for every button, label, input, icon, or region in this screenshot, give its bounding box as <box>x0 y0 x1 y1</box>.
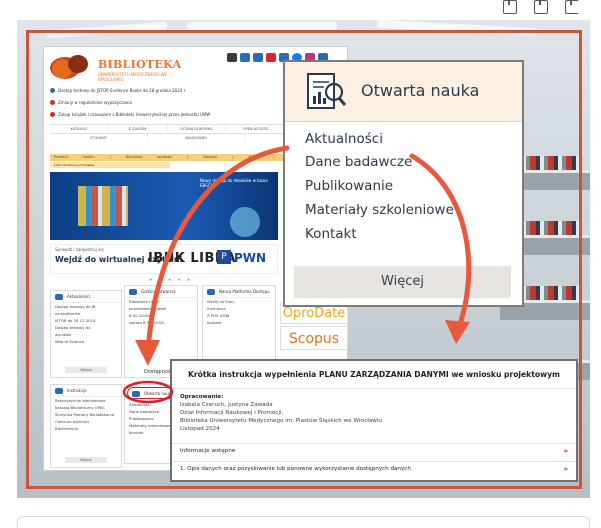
share-icon[interactable] <box>565 0 579 14</box>
wheelchair-icon[interactable] <box>240 53 250 62</box>
banner-decoration <box>230 207 260 237</box>
library-title: BIBLIOTEKA <box>98 58 182 71</box>
books-illustration <box>78 186 128 226</box>
instructions-card: Instrukcje Repozytorium biblioteczne Kat… <box>50 384 122 468</box>
document-title: Krótka instrukcja wypełnienia PLANU ZARZ… <box>172 361 576 389</box>
toolbar <box>481 0 601 18</box>
notice-item[interactable]: Zakup książek i czasopism z Biblioteki U… <box>50 112 210 117</box>
document-institution: Biblioteka Uniwersytetu Medycznego im. P… <box>180 418 382 424</box>
accessibility-link[interactable]: Dostępność <box>144 369 173 375</box>
quick-links-sub[interactable]: Lista zamówionych książek <box>50 162 170 168</box>
info-icon[interactable] <box>253 53 263 62</box>
link-materialy-szkoleniowe[interactable]: Materiały szkoleniowe <box>305 202 454 218</box>
link-dane-badawcze[interactable]: Dane badawcze <box>305 154 412 170</box>
nav-student[interactable]: STUDENT <box>50 134 148 141</box>
nav-ocena[interactable]: OCENA DOROBKU <box>168 125 227 132</box>
carousel-dots[interactable]: • • • • • <box>149 277 192 284</box>
notice-item[interactable]: Zmiany w regulaminie wypożyczania <box>50 100 132 105</box>
document-department: Dział Informacji Naukowej i Promocji, <box>180 410 284 416</box>
chevron-down-icon[interactable]: » <box>563 462 568 476</box>
news-more-button[interactable]: Więcej <box>65 367 107 373</box>
data-management-document: Krótka instrukcja wypełnienia PLANU ZARZ… <box>170 359 578 482</box>
nav-ezasoby[interactable]: E-ZASOBY <box>109 125 168 132</box>
copy-icon[interactable] <box>534 0 548 14</box>
news-card-title[interactable]: Aktualności <box>51 291 121 303</box>
document-date: Listopad 2024 <box>180 426 220 432</box>
research-magnifier-icon <box>307 73 347 109</box>
library-logo-accent <box>68 55 88 73</box>
document-authors: Izabela Czeruch, Justyna Zawada <box>180 402 273 408</box>
link-publikowanie[interactable]: Publikowanie <box>305 178 393 194</box>
ibuk-banner-kicker: Sprawdź i zarejestruj się <box>55 247 104 252</box>
chevron-down-icon[interactable]: » <box>563 444 568 458</box>
banner-text: Nowy dostęp do ebooków w bazie EBSCO <box>200 178 268 188</box>
link-kontakt[interactable]: Kontakt <box>305 226 357 242</box>
instructions-more-button[interactable]: Więcej <box>65 457 107 463</box>
instructions-card-title[interactable]: Instrukcje <box>51 385 121 397</box>
accessibility-icon[interactable] <box>227 53 237 62</box>
open-science-header: Otwarta nauka <box>285 62 522 122</box>
export-icon[interactable] <box>503 0 517 14</box>
open-science-card: Otwarta nauka Aktualności Dane badawcze … <box>283 60 524 307</box>
nav-katalog[interactable]: KATALOG <box>50 125 109 132</box>
ibuk-banner[interactable]: Sprawdź i zarejestruj się Wejdź do wirtu… <box>50 244 278 274</box>
document-authors-label: Opracowanie: <box>180 394 224 400</box>
scopus-logo[interactable]: Scopus <box>280 326 348 350</box>
open-science-more-button[interactable]: Więcej <box>294 266 511 298</box>
accordion-intro-label: Informacje wstępne <box>180 448 236 454</box>
open-science-title[interactable]: Otwarta nauka <box>361 81 479 100</box>
caption-box <box>17 516 590 528</box>
flag-pl-icon[interactable] <box>266 53 276 62</box>
notice-item[interactable]: Dostęp testowy do JSTOR Evidence Books d… <box>50 88 186 93</box>
platform-card-title[interactable]: Nasza Platforma Dostępu <box>203 286 275 298</box>
news-card: Aktualności Dostęp testowy do JB na plat… <box>50 290 122 378</box>
link-aktualnosci[interactable]: Aktualności <box>305 131 383 147</box>
pwn-logo: PWN <box>234 251 267 265</box>
accordion-section-1-label: 1. Opis danych oraz pozyskiwanie lub pon… <box>180 466 411 472</box>
pwn-logo-mark: P <box>217 250 231 264</box>
accordion-intro[interactable]: Informacje wstępne » <box>172 443 576 457</box>
nav-naukowiec[interactable]: NAUKOWIEC <box>148 134 246 141</box>
ebook-banner[interactable]: Nowy dostęp do ebooków w bazie EBSCO <box>50 172 278 240</box>
nav-open-access[interactable]: OPEN ACCESS <box>226 125 286 132</box>
hours-card-title[interactable]: Godziny otwarcia <box>125 286 197 298</box>
accordion-section-1[interactable]: 1. Opis danych oraz pozyskiwanie lub pon… <box>172 461 576 475</box>
library-subtitle: UNIWERSYTETU MEDYCZNEGO WE WROCŁAWIU <box>98 72 168 82</box>
